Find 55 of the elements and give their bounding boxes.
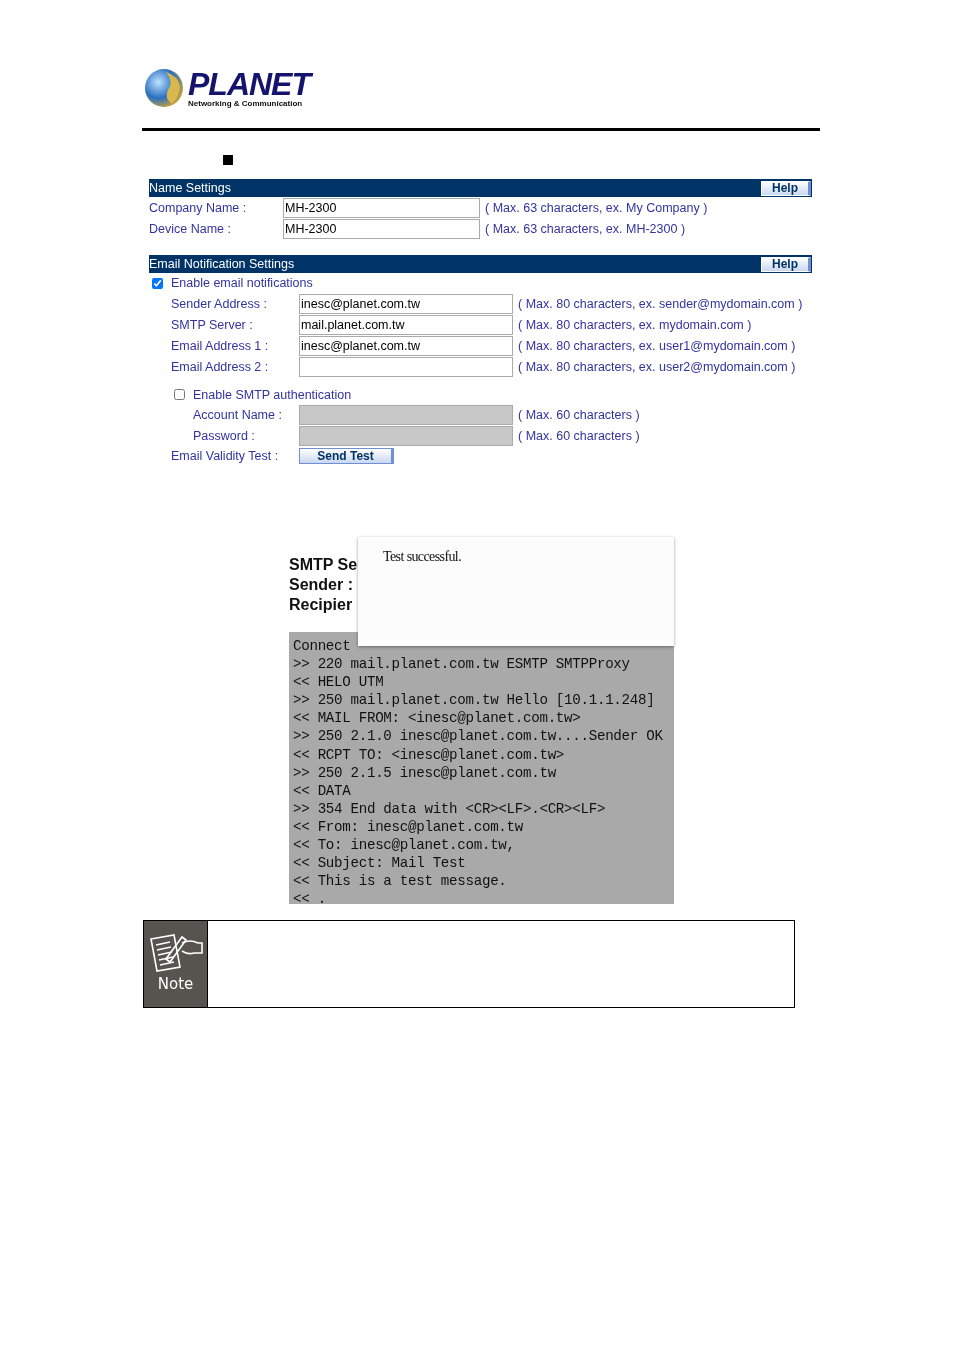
field-hint: ( Max. 80 characters, ex. mydomain.com ) — [518, 317, 752, 332]
checkbox-label: Enable email notifications — [171, 276, 313, 290]
field-hint: ( Max. 60 characters ) — [518, 407, 640, 422]
popup-message: Test successful. — [383, 549, 462, 564]
checkbox-label: Enable SMTP authentication — [193, 387, 352, 402]
globe-logo-icon — [144, 68, 184, 108]
log-line: << DATA — [293, 781, 352, 800]
section-title: Name Settings — [149, 181, 231, 195]
log-line: >> 354 End data with <CR><LF>.<CR><LF> — [293, 799, 607, 818]
log-line: << . — [293, 890, 327, 904]
field-hint: ( Max. 63 characters, ex. My Company ) — [485, 200, 708, 215]
log-line: << Subject: Mail Test — [293, 854, 467, 873]
field-label: Email Address 2 : — [171, 359, 270, 374]
log-line: << This is a test message. — [293, 872, 508, 891]
log-line: << From: inesc@planet.com.tw — [293, 817, 524, 837]
send-test-button[interactable]: Send Test — [299, 448, 394, 464]
field-hint: ( Max. 80 characters, ex. user2@mydomain.com ) — [518, 359, 796, 374]
input-field[interactable]: inesc@planet.com.tw — [299, 335, 513, 356]
log-line: << MAIL FROM: <inesc@planet.com.tw> — [293, 709, 582, 728]
field-label: Email Validity Test : — [171, 449, 280, 463]
input-field[interactable]: MH-2300 — [283, 197, 480, 218]
log-line: << To: inesc@planet.com.tw, — [293, 836, 516, 855]
bullet-square-icon — [223, 155, 233, 165]
input-field[interactable]: mail.planet.com.tw — [299, 314, 513, 335]
brand-tagline: Networking & Communication — [188, 98, 304, 108]
result-heading: Sender : — [289, 575, 353, 595]
note-label: Note — [157, 975, 194, 993]
checkbox[interactable] — [152, 277, 163, 289]
field-hint: ( Max. 80 characters, ex. sender@mydomain.com ) — [518, 296, 803, 311]
result-heading: SMTP Se — [289, 555, 358, 575]
field-label: Company Name : — [149, 200, 248, 215]
log-line: << HELO UTM — [293, 673, 385, 692]
result-heading: Recipier — [289, 595, 353, 615]
field-hint: ( Max. 80 characters, ex. user1@mydomain.com ) — [518, 338, 796, 353]
log-line: >> 250 2.1.0 inesc@planet.com.tw....Sender OK — [293, 727, 664, 746]
log-line: >> 220 mail.planet.com.tw ESMTP SMTPProxy — [293, 655, 631, 674]
field-label: SMTP Server : — [171, 317, 254, 332]
log-line: Connect — [293, 637, 352, 656]
field-label: Device Name : — [149, 221, 232, 236]
log-line: << RCPT TO: <inesc@planet.com.tw> — [293, 745, 566, 764]
field-label: Password : — [193, 428, 256, 443]
field-label: Sender Address : — [171, 296, 268, 311]
field-hint: ( Max. 60 characters ) — [518, 428, 640, 443]
log-line: >> 250 2.1.5 inesc@planet.com.tw — [293, 763, 557, 782]
field-label: Email Address 1 : — [171, 338, 270, 353]
field-label: Account Name : — [193, 407, 283, 422]
input-field[interactable]: MH-2300 — [283, 218, 480, 239]
input-field[interactable]: inesc@planet.com.tw — [299, 293, 513, 314]
checkbox[interactable] — [174, 389, 185, 400]
section-title: Email Notification Settings — [149, 257, 295, 271]
log-line: >> 250 mail.planet.com.tw Hello [10.1.1.248] — [293, 691, 656, 710]
input-field[interactable] — [299, 356, 513, 377]
help-button[interactable]: Help — [761, 256, 811, 272]
field-hint: ( Max. 63 characters, ex. MH-2300 ) — [485, 221, 686, 236]
help-button[interactable]: Help — [761, 180, 811, 196]
